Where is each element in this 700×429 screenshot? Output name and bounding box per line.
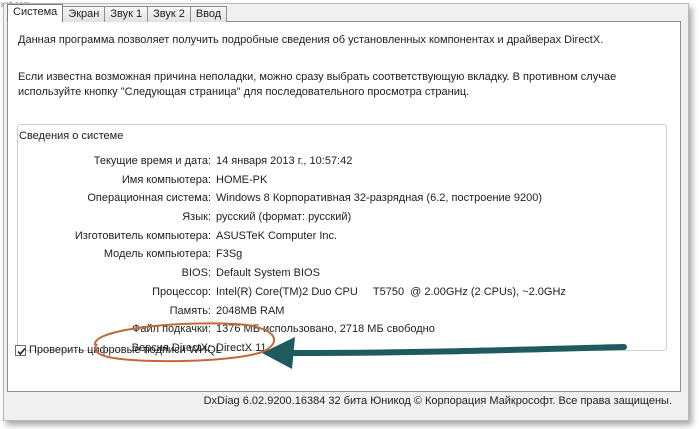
- system-tab-panel: Данная программа позволяет получить подр…: [7, 21, 681, 392]
- info-label: Язык:: [182, 211, 211, 224]
- info-value: русский (формат: русский): [216, 211, 352, 224]
- tab-sound-1[interactable]: Звук 1: [104, 6, 149, 22]
- info-label: BIOS:: [181, 267, 211, 280]
- system-info-rows: Текущие время и дата: 14 января 2013 г.,…: [28, 152, 668, 358]
- info-row-pagefile: Файл подкачки: 1376 МБ использовано, 271…: [28, 320, 668, 339]
- info-label: Память:: [169, 304, 211, 317]
- info-label: Текущие время и дата:: [93, 155, 211, 167]
- info-label: Процессор:: [152, 285, 211, 298]
- info-label: Изготовитель компьютера:: [74, 229, 211, 242]
- whql-check-row: Проверить цифровые подписи WHQL: [15, 344, 222, 356]
- info-label: Файл подкачки:: [131, 323, 211, 336]
- whql-checkbox-label[interactable]: Проверить цифровые подписи WHQL: [29, 344, 222, 356]
- checkmark-icon: [17, 347, 26, 355]
- info-label: Имя компьютера:: [121, 173, 211, 186]
- info-value: HOME-PK: [216, 173, 268, 186]
- tab-system[interactable]: Система: [7, 4, 64, 22]
- info-value: 1376 МБ использовано, 2718 МБ свободно: [216, 323, 435, 336]
- intro-text-1: Данная программа позволяет получить подр…: [18, 34, 604, 46]
- info-row-language: Язык: русский (формат: русский): [28, 208, 668, 227]
- info-value: 14 января 2013 г., 10:57:42: [216, 155, 353, 167]
- info-value: Default System BIOS: [216, 267, 320, 280]
- info-row-datetime: Текущие время и дата: 14 января 2013 г.,…: [28, 152, 668, 171]
- tab-input[interactable]: Ввод: [189, 6, 228, 22]
- tab-display[interactable]: Экран: [62, 6, 106, 22]
- info-value: DirectX 11: [216, 341, 267, 354]
- info-row-memory: Память: 2048MB RAM: [28, 302, 668, 321]
- info-value: 2048MB RAM: [216, 304, 285, 317]
- info-row-bios: BIOS: Default System BIOS: [28, 264, 668, 283]
- tab-sound-2[interactable]: Звук 2: [147, 6, 191, 22]
- system-info-title: Сведения о системе: [18, 130, 125, 142]
- info-row-model: Модель компьютера: F3Sg: [28, 245, 668, 264]
- info-row-manufacturer: Изготовитель компьютера: ASUSTeK Compute…: [28, 227, 668, 246]
- whql-checkbox[interactable]: [15, 344, 26, 356]
- info-label: Операционная система:: [87, 192, 211, 205]
- footer-copyright: DxDiag 6.02.9200.16384 32 бита Юникод © …: [203, 395, 672, 407]
- info-value: Intel(R) Core(TM)2 Duo CPU T5750 @ 2.00G…: [216, 285, 566, 298]
- intro-text-2: Если известна возможная причина неполадк…: [18, 71, 617, 98]
- info-value: ASUSTeK Computer Inc.: [216, 229, 338, 242]
- info-value: F3Sg: [216, 248, 243, 261]
- tab-strip: Система Экран Звук 1 Звук 2 Ввод: [7, 4, 228, 22]
- info-label: Модель компьютера:: [103, 248, 211, 261]
- info-row-computer-name: Имя компьютера: HOME-PK: [28, 171, 668, 190]
- info-value: Windows 8 Корпоративная 32-разрядная (6.…: [216, 192, 542, 205]
- dxdiag-window: Система Экран Звук 1 Звук 2 Ввод Данная …: [3, 3, 689, 421]
- info-row-processor: Процессор: Intel(R) Core(TM)2 Duo CPU T5…: [28, 283, 668, 302]
- info-row-os: Операционная система: Windows 8 Корпорат…: [28, 189, 668, 208]
